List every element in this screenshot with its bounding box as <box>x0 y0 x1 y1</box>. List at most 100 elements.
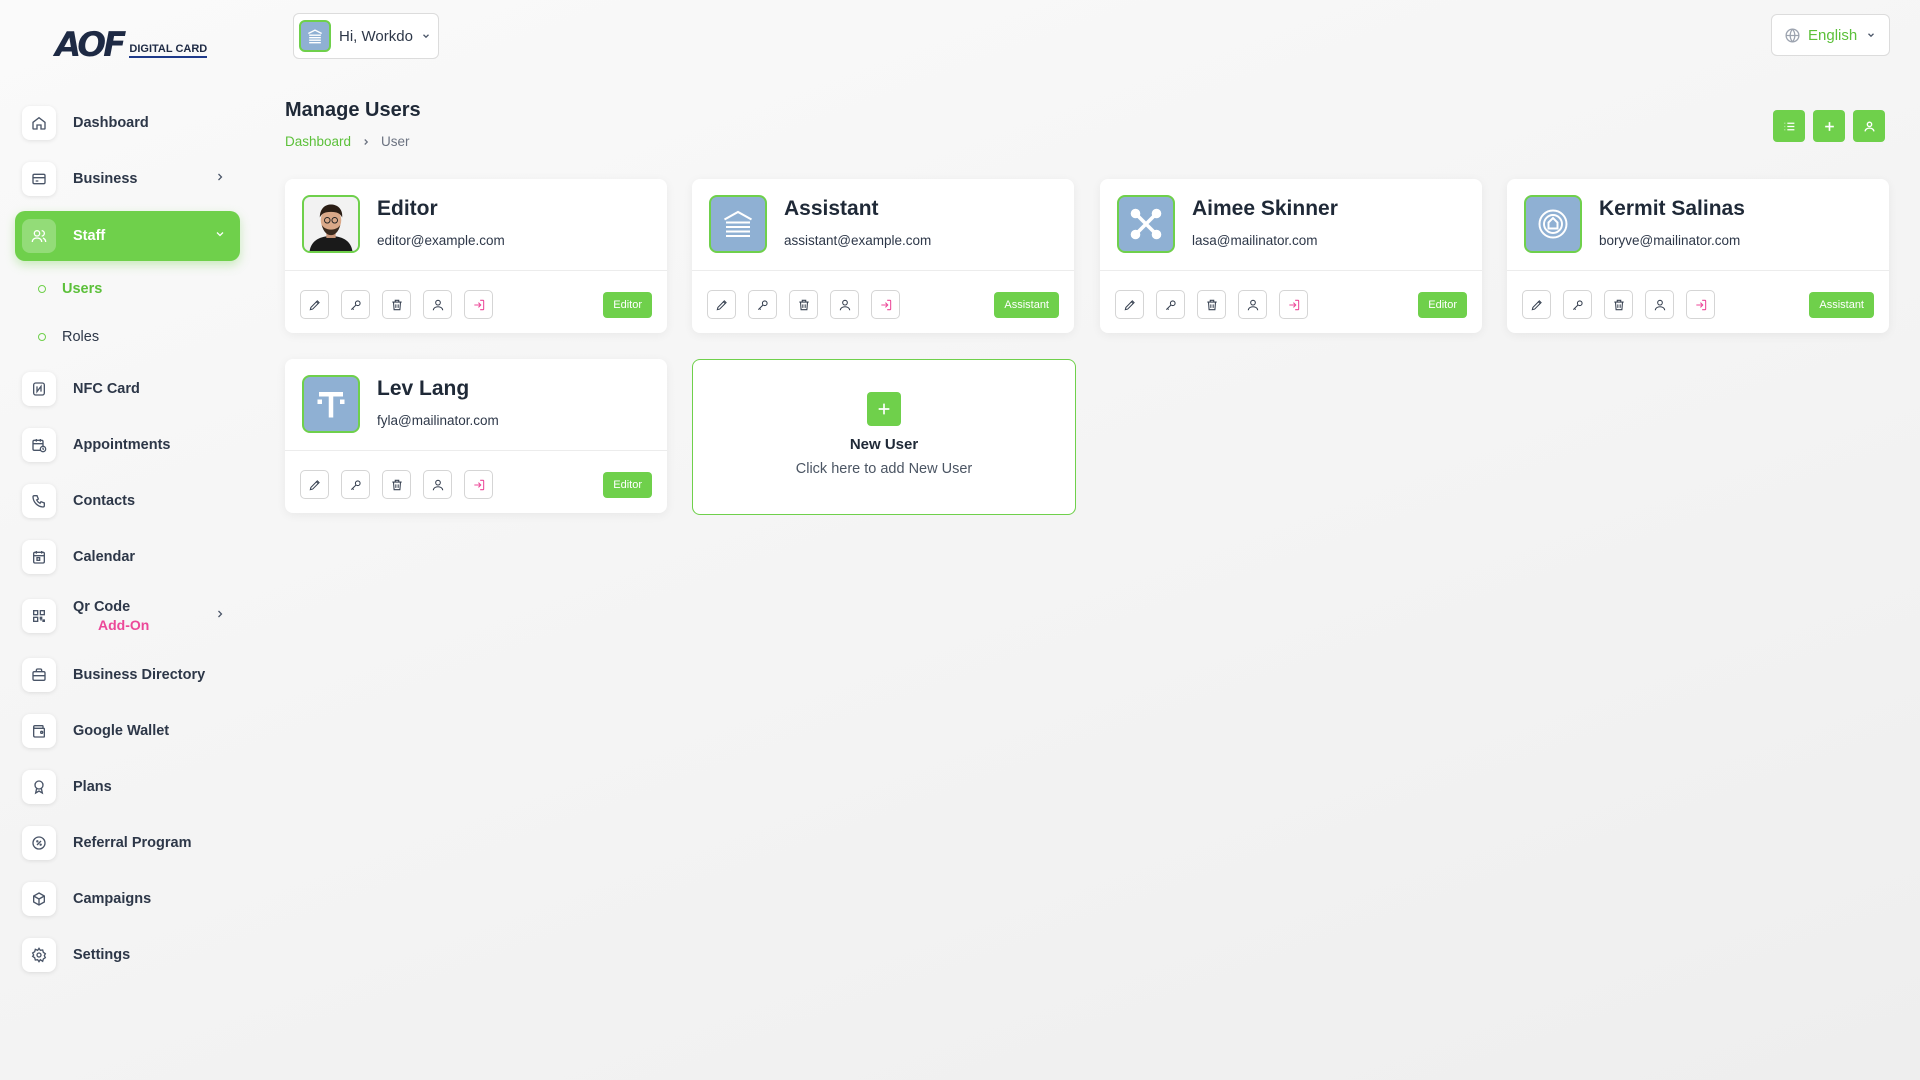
reset-password-button[interactable] <box>748 290 777 319</box>
nfc-icon <box>22 372 56 406</box>
login-icon <box>880 299 891 310</box>
reset-password-button[interactable] <box>1156 290 1185 319</box>
profile-button[interactable] <box>423 290 452 319</box>
reset-password-button[interactable] <box>1563 290 1592 319</box>
gear-icon <box>22 938 56 972</box>
pencil-icon <box>1124 299 1135 310</box>
user-card: Assistant assistant@example.com Assistan… <box>692 179 1074 333</box>
user-icon <box>432 299 443 310</box>
list-view-button[interactable] <box>1773 110 1805 142</box>
sidebar-item-plans[interactable]: Plans <box>15 759 240 815</box>
sidebar-item-label: Plans <box>73 779 112 795</box>
user-menu-button[interactable]: Hi, Workdo <box>293 13 439 59</box>
breadcrumb-link-dashboard[interactable]: Dashboard <box>285 134 351 149</box>
sidebar-item-campaigns[interactable]: Campaigns <box>15 871 240 927</box>
user-greeting: Hi, Workdo <box>339 27 413 45</box>
edit-button[interactable] <box>300 470 329 499</box>
avatar <box>302 195 360 253</box>
edit-button[interactable] <box>300 290 329 319</box>
sidebar-item-referral-program[interactable]: Referral Program <box>15 815 240 871</box>
calendar-clock-icon <box>22 428 56 462</box>
sidebar-item-business-directory[interactable]: Business Directory <box>15 647 240 703</box>
login-as-button[interactable] <box>1279 290 1308 319</box>
sidebar-item-calendar[interactable]: Calendar <box>15 529 240 585</box>
user-name: Kermit Salinas <box>1599 197 1745 220</box>
user-email: fyla@mailinator.com <box>377 413 499 428</box>
language-selector[interactable]: English <box>1771 14 1890 56</box>
new-user-title: New User <box>849 436 919 453</box>
login-as-button[interactable] <box>871 290 900 319</box>
addon-badge: Add-On <box>98 617 150 633</box>
avatar <box>1524 195 1582 253</box>
sidebar-item-settings[interactable]: Settings <box>15 927 240 983</box>
plus-icon <box>867 392 901 426</box>
profile-button[interactable] <box>1238 290 1267 319</box>
add-user-button[interactable] <box>1813 110 1845 142</box>
sidebar-item-staff[interactable]: Staff <box>15 211 240 261</box>
user-card-header: Assistant assistant@example.com <box>692 179 1074 271</box>
user-name: Aimee Skinner <box>1192 197 1338 220</box>
delete-button[interactable] <box>382 290 411 319</box>
key-icon <box>350 299 361 310</box>
delete-button[interactable] <box>789 290 818 319</box>
user-card-footer: Assistant <box>692 271 1074 333</box>
user-card-footer: Editor <box>285 271 667 333</box>
login-icon <box>1288 299 1299 310</box>
home-icon <box>22 106 56 140</box>
sidebar-item-label: Google Wallet <box>73 723 170 739</box>
user-card: Editor editor@example.com Editor <box>285 179 667 333</box>
role-badge: Assistant <box>994 292 1059 318</box>
award-icon <box>22 770 56 804</box>
delete-button[interactable] <box>382 470 411 499</box>
user-card: Kermit Salinas boryve@mailinator.com Ass… <box>1507 179 1889 333</box>
profile-button[interactable] <box>1645 290 1674 319</box>
trash-icon <box>1613 299 1624 310</box>
sidebar-item-business[interactable]: Business <box>15 151 240 207</box>
login-as-button[interactable] <box>464 470 493 499</box>
bullet-icon <box>38 333 46 341</box>
user-profile-button[interactable] <box>1853 110 1885 142</box>
sidebar-item-appointments[interactable]: Appointments <box>15 417 240 473</box>
sidebar-item-contacts[interactable]: Contacts <box>15 473 240 529</box>
users-icon <box>22 219 56 253</box>
profile-button[interactable] <box>423 470 452 499</box>
sidebar-item-dashboard[interactable]: Dashboard <box>15 95 240 151</box>
role-badge: Assistant <box>1809 292 1874 318</box>
edit-button[interactable] <box>1522 290 1551 319</box>
page-title: Manage Users <box>285 99 421 121</box>
trash-icon <box>798 299 809 310</box>
delete-button[interactable] <box>1197 290 1226 319</box>
user-email: lasa@mailinator.com <box>1192 233 1318 248</box>
reset-password-button[interactable] <box>341 290 370 319</box>
sidebar-item-google-wallet[interactable]: Google Wallet <box>15 703 240 759</box>
sidebar-item-qr-code[interactable]: Qr Code Add-On <box>15 585 240 647</box>
user-icon <box>1654 299 1665 310</box>
edit-button[interactable] <box>1115 290 1144 319</box>
sidebar-subitem-roles[interactable]: Roles <box>15 313 240 361</box>
role-badge: Editor <box>603 472 652 498</box>
user-card: Aimee Skinner lasa@mailinator.com Editor <box>1100 179 1482 333</box>
new-user-card[interactable]: New User Click here to add New User <box>692 359 1076 515</box>
login-as-button[interactable] <box>464 290 493 319</box>
sidebar-item-label: Campaigns <box>73 891 152 907</box>
briefcase-icon <box>22 658 56 692</box>
user-email: boryve@mailinator.com <box>1599 233 1741 248</box>
sidebar-subitem-users[interactable]: Users <box>15 265 240 313</box>
delete-button[interactable] <box>1604 290 1633 319</box>
user-icon <box>1247 299 1258 310</box>
profile-button[interactable] <box>830 290 859 319</box>
edit-button[interactable] <box>707 290 736 319</box>
reset-password-button[interactable] <box>341 470 370 499</box>
business-card-icon <box>22 162 56 196</box>
user-icon <box>1863 120 1875 131</box>
sidebar-item-label: Referral Program <box>73 835 192 851</box>
sidebar-item-nfc-card[interactable]: NFC Card <box>15 361 240 417</box>
qrcode-icon <box>22 599 56 633</box>
pencil-icon <box>716 299 727 310</box>
chevron-right-icon <box>214 607 226 625</box>
brand-logo[interactable]: AOF DIGITAL CARD <box>55 22 208 62</box>
sidebar: AOF DIGITAL CARD Dashboard Business Staf… <box>0 0 260 1080</box>
trash-icon <box>1206 299 1217 310</box>
discount-icon <box>22 826 56 860</box>
login-as-button[interactable] <box>1686 290 1715 319</box>
